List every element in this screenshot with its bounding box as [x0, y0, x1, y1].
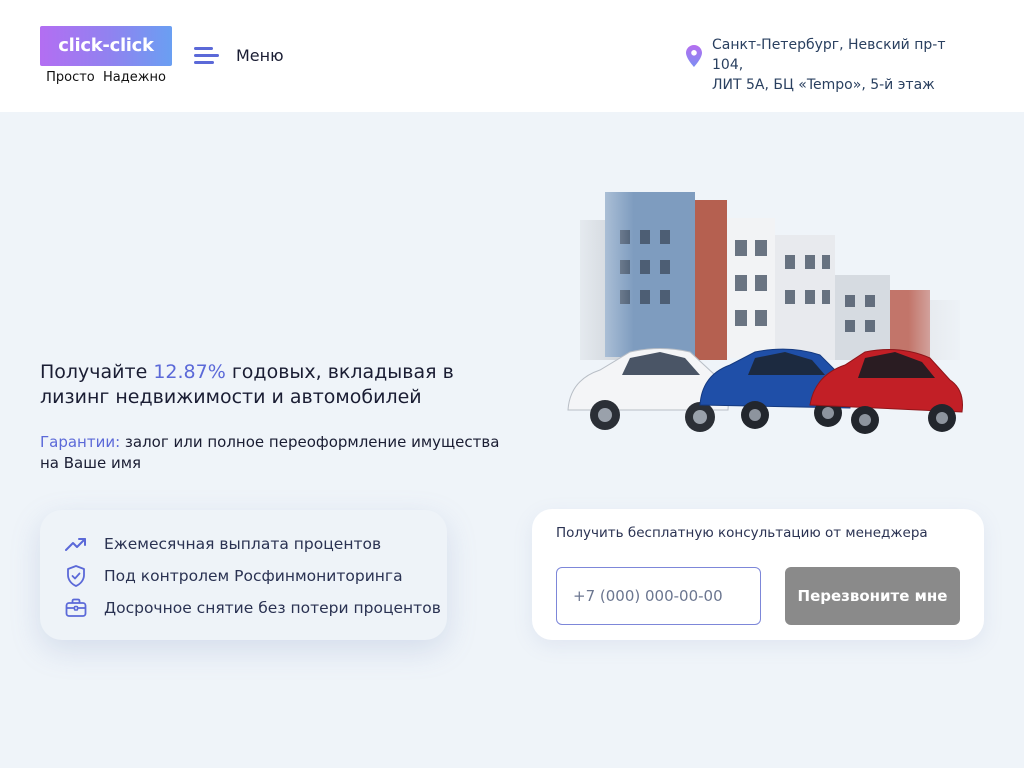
shield-check-icon: [64, 564, 88, 588]
benefit-label: Досрочное снятие без потери процентов: [104, 599, 441, 617]
benefit-label: Ежемесячная выплата процентов: [104, 535, 382, 553]
headline-rate: 12.87%: [153, 361, 226, 383]
consultation-title: Получить бесплатную консультацию от мене…: [556, 525, 928, 541]
office-address: Санкт-Петербург, Невский пр-т 104, ЛИТ 5…: [686, 35, 972, 95]
logo-wordmark: click-click: [40, 26, 172, 66]
menu-label: Меню: [236, 45, 284, 65]
trend-up-icon: [64, 532, 88, 556]
benefits-card: Ежемесячная выплата процентов Под контро…: [40, 510, 447, 640]
logo[interactable]: click-click Просто Надежно: [40, 26, 172, 85]
guarantee-text: Гарантии: залог или полное переоформлени…: [40, 432, 500, 474]
menu-button[interactable]: Меню: [194, 40, 284, 70]
logo-tagline: Просто Надежно: [46, 70, 166, 85]
address-line-2: ЛИТ 5А, БЦ «Tempo», 5-й этаж: [712, 77, 935, 93]
address-line-1: Санкт-Петербург, Невский пр-т 104,: [712, 37, 946, 73]
headline-prefix: Получайте: [40, 361, 154, 383]
benefit-label: Под контролем Росфинмониторинга: [104, 567, 403, 585]
buildings-and-cars-illustration: [560, 180, 970, 434]
phone-input[interactable]: [556, 567, 761, 625]
callback-button[interactable]: Перезвоните мне: [785, 567, 960, 625]
benefit-item: Ежемесячная выплата процентов: [64, 528, 447, 560]
hamburger-icon: [194, 44, 219, 66]
benefit-item: Досрочное снятие без потери процентов: [64, 592, 447, 624]
briefcase-icon: [64, 596, 88, 620]
consultation-form: Получить бесплатную консультацию от мене…: [532, 509, 984, 640]
site-header: click-click Просто Надежно Меню Санкт-Пе…: [0, 0, 1024, 112]
location-pin-icon: [686, 45, 702, 67]
benefit-item: Под контролем Росфинмониторинга: [64, 560, 447, 592]
hero-headline: Получайте 12.87% годовых, вкладывая в ли…: [40, 360, 520, 410]
guarantee-label: Гарантии:: [40, 433, 121, 451]
